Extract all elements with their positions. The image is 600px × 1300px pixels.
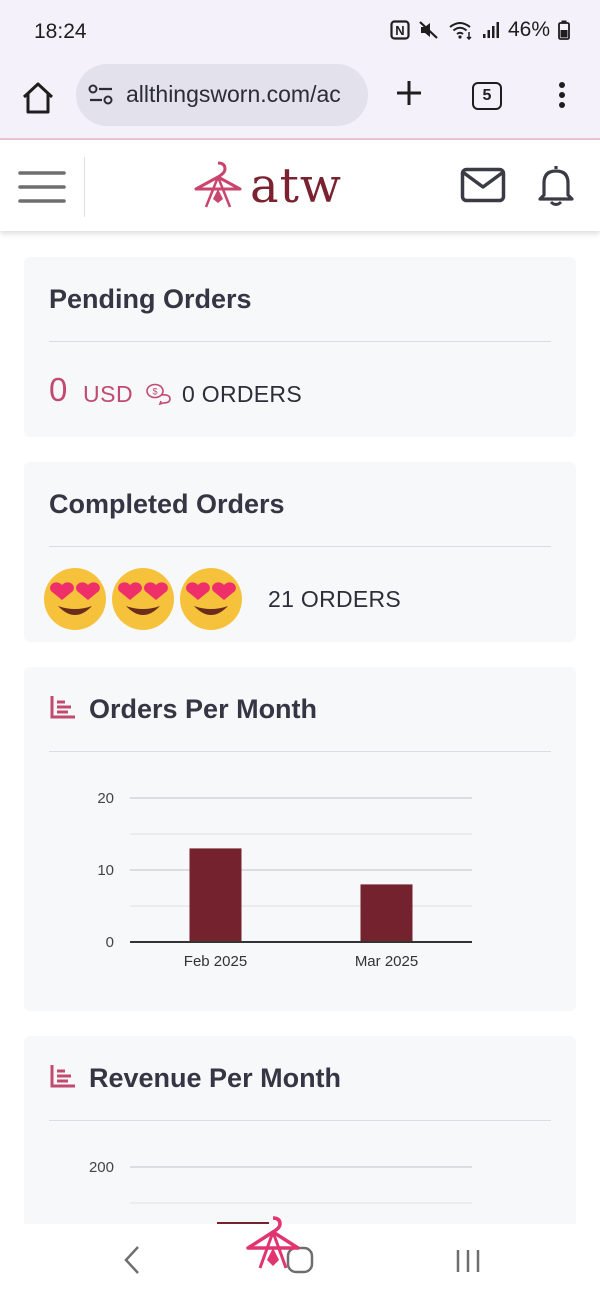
header-divider — [84, 157, 85, 217]
signal-icon — [482, 22, 499, 38]
svg-text:$: $ — [152, 387, 157, 397]
svg-text:N: N — [395, 23, 404, 38]
orders-bar-chart: 0 10 20 Feb 2025 Mar 2025 — [97, 790, 472, 970]
battery-percent: 46% — [507, 18, 550, 41]
site-settings-icon[interactable] — [88, 82, 114, 108]
tab-switcher-button[interactable]: 5 — [472, 82, 502, 110]
pending-order-count: 0 ORDERS — [182, 381, 302, 407]
status-time: 18:24 — [34, 20, 87, 43]
wifi-icon — [449, 22, 472, 40]
heart-eyes-emoji — [112, 568, 174, 630]
hanger-logo-icon — [194, 161, 242, 208]
new-tab-icon[interactable] — [394, 78, 424, 108]
heart-eyes-emoji — [44, 568, 106, 630]
battery-icon — [558, 20, 570, 40]
pending-orders-title: Pending Orders — [49, 284, 252, 314]
y-tick-label: 200 — [89, 1159, 114, 1176]
recent-apps-icon[interactable] — [454, 1248, 482, 1274]
browser-toolbar: allthingsworn.com/ac 5 — [0, 64, 600, 140]
url-text: allthingsworn.com/ac — [126, 81, 341, 107]
pending-amount: 0 — [49, 371, 68, 408]
mail-icon[interactable] — [460, 167, 506, 203]
y-tick-label: 20 — [97, 790, 114, 807]
bar — [189, 848, 242, 942]
site-logo[interactable]: atw — [192, 159, 342, 213]
x-tick-label: Feb 2025 — [184, 953, 247, 970]
pending-currency: USD — [83, 381, 134, 407]
card-divider — [49, 546, 551, 547]
hamburger-menu-icon[interactable] — [18, 169, 66, 205]
mute-icon — [419, 21, 438, 39]
heart-eyes-emoji — [180, 568, 242, 630]
more-options-icon[interactable] — [552, 80, 572, 110]
orders-per-month-card: Orders Per Month 0 10 20 Feb 2025 Mar 2025 — [24, 667, 576, 1011]
site-header: atw — [0, 141, 600, 231]
completed-orders-card: Completed Orders 21 ORDERS — [24, 462, 576, 642]
bar — [360, 884, 413, 942]
home-icon[interactable] — [20, 80, 56, 116]
completed-order-count: 21 ORDERS — [268, 586, 402, 612]
revenue-per-month-card: Revenue Per Month 200 — [24, 1036, 576, 1236]
nfc-icon: N — [390, 20, 410, 40]
notification-bell-icon[interactable] — [536, 163, 576, 207]
logo-text: atw — [250, 158, 342, 214]
card-divider — [49, 341, 551, 342]
completed-orders-title: Completed Orders — [49, 489, 285, 519]
address-bar[interactable]: allthingsworn.com/ac — [76, 64, 368, 126]
money-chat-icon: $ — [146, 383, 171, 405]
pending-orders-card: Pending Orders 0 USD $ 0 ORDERS — [24, 257, 576, 437]
back-icon[interactable] — [122, 1244, 142, 1276]
x-tick-label: Mar 2025 — [355, 953, 418, 970]
status-bar: 18:24 N 46% — [0, 0, 600, 64]
revenue-bar-chart: 200 — [89, 1159, 472, 1236]
floating-hanger-icon[interactable] — [244, 1214, 302, 1274]
y-tick-label: 0 — [106, 934, 114, 951]
y-tick-label: 10 — [97, 862, 114, 879]
status-icons: N 46% — [390, 18, 570, 42]
